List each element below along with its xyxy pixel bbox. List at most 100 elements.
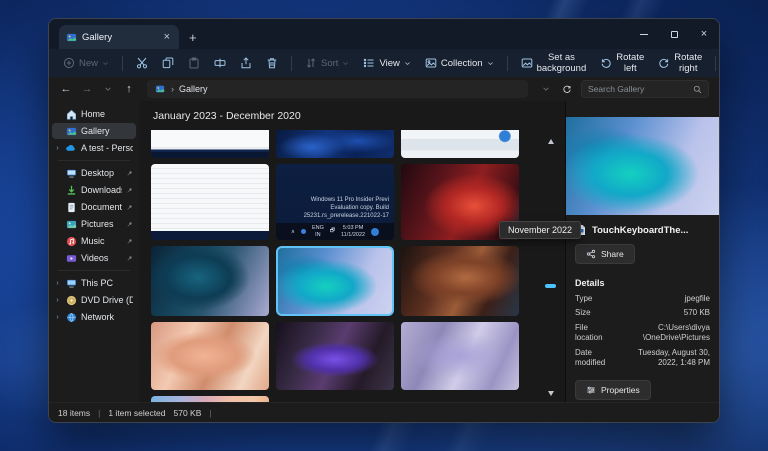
address-dropdown-button[interactable] [539, 85, 553, 93]
chevron-right-icon[interactable]: › [54, 297, 61, 304]
sidebar-item-music[interactable]: Music [52, 233, 136, 249]
minimize-button[interactable] [629, 19, 659, 49]
sidebar-item-downloads[interactable]: Downloads [52, 182, 136, 198]
photo-thumbnail[interactable] [276, 322, 394, 390]
photo-thumbnail[interactable] [401, 130, 519, 158]
search-icon [693, 85, 702, 94]
photo-thumbnail[interactable] [276, 130, 394, 158]
share-button-toolbar[interactable] [234, 54, 258, 72]
close-icon: × [701, 28, 707, 40]
new-button[interactable]: New [57, 54, 115, 72]
copy-icon [162, 57, 174, 69]
scroll-down-icon[interactable] [548, 391, 554, 396]
search-box [581, 80, 709, 98]
view-button[interactable]: View [357, 54, 416, 72]
collection-label: Collection [441, 58, 483, 69]
photo-thumbnail[interactable] [151, 130, 269, 158]
breadcrumb-chevron-icon: › [171, 84, 174, 94]
up-button[interactable]: ↑ [122, 83, 136, 95]
properties-icon [586, 385, 596, 395]
window-controls: × [629, 19, 719, 49]
item-count: 18 items [58, 408, 90, 418]
sidebar-item-home[interactable]: Home [52, 106, 136, 122]
sidebar-item-dvd-drive[interactable]: › DVD Drive (D:) CCC [52, 292, 136, 308]
copy-button[interactable] [156, 54, 180, 72]
photo-thumbnail[interactable] [401, 322, 519, 390]
window-body: Home Gallery › A test - Personal Desktop [49, 101, 719, 402]
trash-icon [266, 57, 278, 69]
chevron-right-icon[interactable]: › [54, 314, 61, 321]
timeline-scrollbar[interactable] [545, 139, 557, 396]
photo-thumbnail-selected[interactable] [276, 246, 394, 316]
scroll-up-icon[interactable] [548, 139, 554, 144]
home-icon [65, 108, 77, 120]
tab-gallery[interactable]: Gallery × [59, 25, 179, 49]
photo-thumbnail[interactable] [401, 246, 519, 316]
sidebar-item-desktop[interactable]: Desktop [52, 165, 136, 181]
navigation-pane: Home Gallery › A test - Personal Desktop [49, 101, 139, 402]
detail-row-file-location: File location C:\Users\divya \OneDrive\P… [575, 323, 710, 344]
delete-button[interactable] [260, 54, 284, 72]
collection-icon [425, 57, 437, 69]
photo-thumbnail[interactable] [151, 164, 269, 240]
detail-row-date-modified: Date modified Tuesday, August 30, 2022, … [575, 348, 710, 369]
refresh-button[interactable] [560, 84, 574, 94]
timeline-tooltip: November 2022 [499, 221, 581, 239]
address-bar: ← → ↑ › Gallery [49, 77, 719, 101]
sidebar-item-network[interactable]: › Network [52, 309, 136, 325]
sidebar-item-gallery[interactable]: Gallery [52, 123, 136, 139]
chevron-right-icon[interactable]: › [54, 145, 61, 152]
details-pane: TouchKeyboardThe... Share Details Type j… [565, 101, 719, 402]
onedrive-icon [65, 142, 77, 154]
maximize-button[interactable] [659, 19, 689, 49]
new-label: New [79, 58, 98, 69]
collection-button[interactable]: Collection [419, 54, 500, 72]
pin-icon [126, 170, 133, 177]
rename-button[interactable] [208, 54, 232, 72]
pin-icon [126, 187, 133, 194]
photo-thumbnail[interactable] [151, 246, 269, 316]
sort-icon [305, 57, 317, 69]
new-tab-button[interactable]: + [189, 30, 197, 45]
forward-button[interactable]: → [80, 83, 94, 95]
tab-close-icon[interactable]: × [161, 31, 173, 43]
back-button[interactable]: ← [59, 83, 73, 95]
clock-time: 5:03 PM [343, 225, 363, 231]
share-label: Share [601, 249, 624, 259]
close-button[interactable]: × [689, 19, 719, 49]
rotate-right-button[interactable]: Rotate right [652, 49, 708, 77]
sidebar-item-videos[interactable]: Videos [52, 250, 136, 266]
sidebar-item-pictures[interactable]: Pictures [52, 216, 136, 232]
photo-thumbnail[interactable]: Windows 11 Pro Insider Previ Evaluation … [276, 164, 394, 240]
breadcrumb-item-gallery[interactable]: Gallery [179, 84, 208, 94]
detail-row-type: Type jpegfile [575, 294, 710, 304]
set-as-background-button[interactable]: Set as background [515, 49, 593, 77]
sort-button[interactable]: Sort [299, 54, 355, 72]
pin-icon [126, 221, 133, 228]
sidebar-item-onedrive[interactable]: › A test - Personal [52, 140, 136, 156]
preview-image [566, 117, 719, 215]
rotate-left-button[interactable]: Rotate left [594, 49, 650, 77]
winver-line1: Windows 11 Pro Insider Previ [276, 196, 389, 204]
tab-title: Gallery [82, 32, 156, 43]
breadcrumb[interactable]: › Gallery [147, 80, 528, 98]
photo-thumbnail[interactable] [151, 396, 269, 402]
sidebar-item-documents[interactable]: Documents [52, 199, 136, 215]
recent-locations-button[interactable] [101, 85, 115, 93]
toolbar-divider [715, 56, 716, 71]
share-button[interactable]: Share [575, 244, 635, 264]
chevron-right-icon[interactable]: › [54, 280, 61, 287]
gallery-icon [65, 125, 77, 137]
documents-icon [65, 201, 77, 213]
scrollbar-thumb[interactable] [545, 284, 556, 288]
sidebar-item-this-pc[interactable]: › This PC [52, 275, 136, 291]
cut-button[interactable] [130, 54, 154, 72]
paste-button[interactable] [182, 54, 206, 72]
properties-button[interactable]: Properties [575, 380, 651, 400]
cut-icon [136, 57, 148, 69]
minimize-icon [640, 34, 648, 35]
search-input[interactable] [588, 84, 689, 94]
photo-thumbnail[interactable] [151, 322, 269, 390]
sidebar-separator [58, 160, 130, 161]
share-icon [586, 249, 596, 259]
